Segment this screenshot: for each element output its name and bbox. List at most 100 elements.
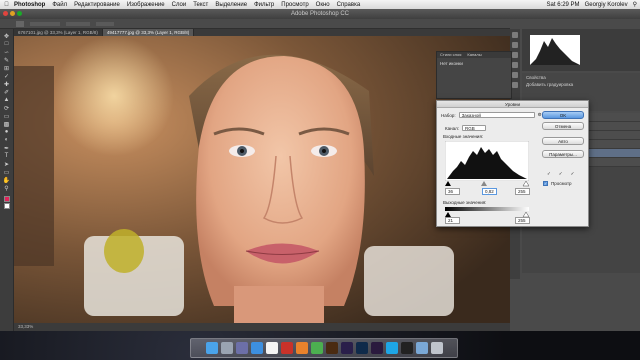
menu-filter[interactable]: Фильтр xyxy=(254,2,274,8)
zoom-tool-icon[interactable]: ⚲ xyxy=(2,184,11,192)
history-icon[interactable] xyxy=(512,32,518,38)
pen-tool-icon[interactable]: ✒ xyxy=(2,144,11,152)
blur-tool-icon[interactable]: ● xyxy=(2,128,11,136)
menu-select[interactable]: Выделение xyxy=(215,2,247,8)
ok-button[interactable]: OK xyxy=(542,111,584,119)
eraser-tool-icon[interactable]: ▭ xyxy=(2,112,11,120)
type-tool-icon[interactable]: T xyxy=(2,152,11,160)
minimize-window-button[interactable] xyxy=(10,11,15,16)
cancel-button[interactable]: Отмена xyxy=(542,122,584,130)
menu-edit[interactable]: Редактирование xyxy=(74,2,120,8)
window-controls xyxy=(3,11,22,16)
paragraph-icon[interactable] xyxy=(512,72,518,78)
input-gamma-slider[interactable] xyxy=(481,181,487,186)
actions-icon[interactable] xyxy=(512,42,518,48)
menu-bar:  Photoshop Файл Редактирование Изображе… xyxy=(0,0,640,9)
foreground-color-swatch[interactable] xyxy=(3,196,10,202)
illustrator-icon[interactable] xyxy=(325,342,338,354)
background-color-swatch[interactable] xyxy=(3,203,10,209)
option-control[interactable] xyxy=(30,22,60,26)
apple-icon[interactable]:  xyxy=(3,2,10,8)
input-slider[interactable] xyxy=(445,181,529,187)
tab-document-2[interactable]: 49417777.jpg @ 33,3% (Layer 1, RGB/8) xyxy=(102,29,195,36)
menu-view[interactable]: Просмотр xyxy=(281,2,308,8)
path-select-tool-icon[interactable]: ➤ xyxy=(2,160,11,168)
eyedropper-tool-icon[interactable]: ✓ xyxy=(2,72,11,80)
menu-app-name[interactable]: Photoshop xyxy=(14,2,45,8)
close-window-button[interactable] xyxy=(3,11,8,16)
brush-panel-icon[interactable] xyxy=(512,52,518,58)
finder-icon[interactable] xyxy=(205,342,218,354)
safari-icon[interactable] xyxy=(250,342,263,354)
tab-layer-styles[interactable]: Стили слоя xyxy=(437,52,464,58)
black-eyedropper-icon[interactable]: ✓ xyxy=(547,171,551,177)
mission-control-icon[interactable] xyxy=(235,342,248,354)
options-button[interactable]: Параметры... xyxy=(542,150,584,158)
trash-icon[interactable] xyxy=(430,342,443,354)
menu-image[interactable]: Изображение xyxy=(127,2,165,8)
cushion xyxy=(104,229,144,273)
clock[interactable]: Sat 6:29 PM xyxy=(547,2,580,8)
menu-text[interactable]: Текст xyxy=(193,2,208,8)
input-white-field[interactable]: 255 xyxy=(515,188,530,195)
spotlight-icon[interactable]: ⚲ xyxy=(633,1,637,8)
input-black-field[interactable]: 36 xyxy=(445,188,460,195)
tool-preset-icon[interactable] xyxy=(16,21,24,27)
healing-tool-icon[interactable]: ✚ xyxy=(2,80,11,88)
marquee-tool-icon[interactable]: □ xyxy=(2,40,11,48)
after-effects-icon[interactable] xyxy=(340,342,353,354)
channel-row: Канал: RGB xyxy=(445,125,486,131)
hand-tool-icon[interactable]: ✋ xyxy=(2,176,11,184)
menu-window[interactable]: Окно xyxy=(316,2,330,8)
photoshop-icon[interactable] xyxy=(355,342,368,354)
swatches-icon[interactable] xyxy=(512,82,518,88)
menu-file[interactable]: Файл xyxy=(52,2,67,8)
status-bar: 33,33% xyxy=(14,323,510,331)
crop-tool-icon[interactable]: ⊞ xyxy=(2,64,11,72)
output-levels-label-row: Выходные значения: xyxy=(443,200,486,205)
output-slider[interactable] xyxy=(445,207,529,217)
history-brush-tool-icon[interactable]: ⟳ xyxy=(2,104,11,112)
tab-channels[interactable]: Каналы xyxy=(464,52,484,58)
option-control[interactable] xyxy=(66,22,90,26)
white-eyedropper-icon[interactable]: ✓ xyxy=(571,171,575,177)
launchpad-icon[interactable] xyxy=(220,342,233,354)
input-white-slider[interactable] xyxy=(522,181,529,187)
histogram-graph xyxy=(522,29,640,71)
move-tool-icon[interactable]: ✥ xyxy=(2,32,11,40)
tools-panel: ✥ □ ∽ ✎ ⊞ ✓ ✚ ✐ ▲ ⟳ ▭ ▩ ● ◐ ✒ T ➤ ▭ ✋ ⚲ xyxy=(0,29,14,331)
output-black-field[interactable]: 21 xyxy=(445,217,460,224)
auto-button[interactable]: Авто xyxy=(542,137,584,145)
chrome-icon[interactable] xyxy=(310,342,323,354)
menu-layers[interactable]: Слои xyxy=(172,2,187,8)
gray-eyedropper-icon[interactable]: ✓ xyxy=(559,171,563,177)
input-gamma-field[interactable]: 0,82 xyxy=(482,188,497,195)
filezilla-icon[interactable] xyxy=(280,342,293,354)
folder-icon[interactable] xyxy=(415,342,428,354)
character-icon[interactable] xyxy=(512,62,518,68)
terminal-icon[interactable] xyxy=(400,342,413,354)
lasso-tool-icon[interactable]: ∽ xyxy=(2,48,11,56)
zoom-readout[interactable]: 33,33% xyxy=(18,324,33,329)
preset-select[interactable]: Заказной xyxy=(458,112,535,118)
gradient-tool-icon[interactable]: ▩ xyxy=(2,120,11,128)
quick-select-tool-icon[interactable]: ✎ xyxy=(2,56,11,64)
output-white-field[interactable]: 255 xyxy=(515,217,530,224)
channel-select[interactable]: RGB xyxy=(462,125,486,131)
levels-histogram xyxy=(445,141,529,181)
user-name[interactable]: Georgiy Korolev xyxy=(585,2,628,8)
brush-tool-icon[interactable]: ✐ xyxy=(2,88,11,96)
calendar-icon[interactable] xyxy=(265,342,278,354)
firefox-icon[interactable] xyxy=(295,342,308,354)
menu-help[interactable]: Справка xyxy=(337,2,361,8)
input-black-slider[interactable] xyxy=(445,181,451,186)
premiere-icon[interactable] xyxy=(370,342,383,354)
stamp-tool-icon[interactable]: ▲ xyxy=(2,96,11,104)
dodge-tool-icon[interactable]: ◐ xyxy=(2,136,11,144)
zoom-window-button[interactable] xyxy=(17,11,22,16)
skype-icon[interactable] xyxy=(385,342,398,354)
preview-checkbox[interactable]: ✓ xyxy=(543,181,548,186)
tab-document-1[interactable]: 6767101.jpg @ 33,3% (Layer 1, RGB/8) xyxy=(14,29,103,36)
option-control[interactable] xyxy=(96,22,114,26)
shape-tool-icon[interactable]: ▭ xyxy=(2,168,11,176)
